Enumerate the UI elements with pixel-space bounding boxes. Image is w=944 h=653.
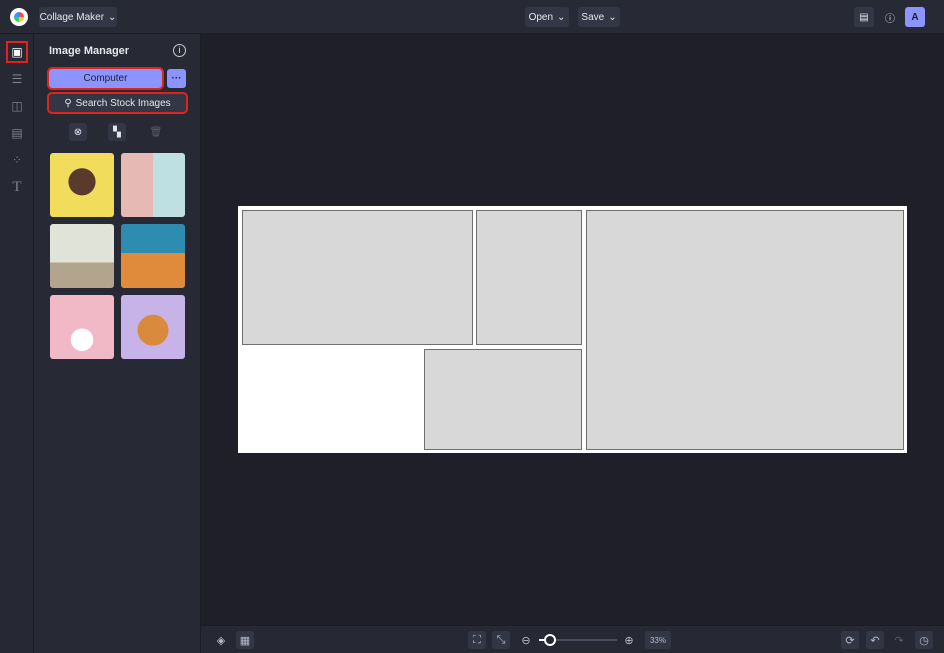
search-stock-images-button[interactable]: ⚲ Search Stock Images: [47, 92, 188, 114]
image-manager-panel: Image Manager i Computer ··· ⚲ Search Sto…: [34, 34, 201, 653]
bottom-bar: ◈ ▦ ⛶ ⤡ ⊖ ⊕ 33% ⟳ ↶ ↷ ◷: [201, 625, 944, 653]
search-icon: ⚲: [64, 97, 72, 109]
thumbnail-man-beach[interactable]: [121, 224, 185, 288]
layers-icon[interactable]: ◈: [212, 631, 230, 649]
graphics-icon[interactable]: ⁘: [8, 151, 26, 169]
fit-screen-icon[interactable]: ⛶: [468, 631, 486, 649]
collage-maker-menu[interactable]: Collage Maker ⌄: [39, 7, 117, 27]
collage-cell[interactable]: [586, 210, 904, 450]
info-icon[interactable]: i: [173, 44, 186, 57]
thumbnail-woman-portrait[interactable]: [50, 153, 114, 217]
redo-icon: ↷: [894, 634, 904, 647]
refresh-icon[interactable]: ⟳: [841, 631, 859, 649]
trash-icon: 🗑: [149, 126, 163, 138]
chevron-down-icon: ⌄: [608, 11, 617, 23]
top-bar: Collage Maker ⌄ Open ⌄ Save ⌄ ▤ ⓘ A: [0, 0, 944, 34]
thumbnail-shiba-dog[interactable]: [121, 295, 185, 359]
panel-title: Image Manager: [49, 45, 130, 57]
collage-cell[interactable]: [424, 349, 582, 450]
autofill-icon[interactable]: ▚: [108, 123, 126, 141]
save-button[interactable]: Save ⌄: [578, 7, 620, 27]
adjust-icon[interactable]: ☰: [8, 70, 26, 88]
background-icon[interactable]: ▤: [8, 124, 26, 142]
avatar[interactable]: A: [905, 7, 925, 27]
thumbnail-doors[interactable]: [121, 153, 185, 217]
app-logo[interactable]: [10, 8, 28, 26]
layout-icon[interactable]: ◫: [8, 97, 26, 115]
menu-label: Collage Maker: [39, 11, 105, 23]
history-icon[interactable]: ◷: [915, 631, 933, 649]
comments-icon[interactable]: ▤: [854, 7, 874, 27]
collage-canvas[interactable]: [238, 206, 907, 453]
shrink-icon[interactable]: ⤡: [492, 631, 510, 649]
zoom-slider-handle[interactable]: [544, 634, 556, 646]
grid-icon[interactable]: ▦: [236, 631, 254, 649]
thumbnail-wedding-blossoms[interactable]: [50, 295, 114, 359]
zoom-out-icon[interactable]: ⊖: [517, 631, 535, 649]
more-options-button[interactable]: ···: [167, 69, 186, 88]
collage-cell[interactable]: [242, 210, 473, 345]
chevron-down-icon: ⌄: [557, 11, 566, 23]
zoom-level[interactable]: 33%: [645, 631, 671, 649]
image-manager-icon[interactable]: ▣: [6, 41, 28, 63]
zoom-slider[interactable]: [539, 634, 617, 646]
canvas-area: [201, 34, 944, 625]
computer-button[interactable]: Computer: [47, 67, 164, 90]
search-label: Search Stock Images: [75, 97, 171, 109]
undo-icon[interactable]: ↶: [866, 631, 884, 649]
help-icon[interactable]: ⓘ: [880, 7, 900, 27]
text-icon[interactable]: T: [8, 178, 26, 196]
open-label: Open: [528, 11, 554, 23]
open-button[interactable]: Open ⌄: [525, 7, 569, 27]
zoom-in-icon[interactable]: ⊕: [620, 631, 638, 649]
chevron-down-icon: ⌄: [108, 11, 117, 23]
save-label: Save: [581, 11, 605, 23]
thumbnail-bicycle-wall[interactable]: [50, 224, 114, 288]
clear-icon[interactable]: ⊗: [69, 123, 87, 141]
collage-cell[interactable]: [476, 210, 582, 345]
tool-rail: ▣ ☰ ◫ ▤ ⁘ T: [0, 34, 34, 653]
